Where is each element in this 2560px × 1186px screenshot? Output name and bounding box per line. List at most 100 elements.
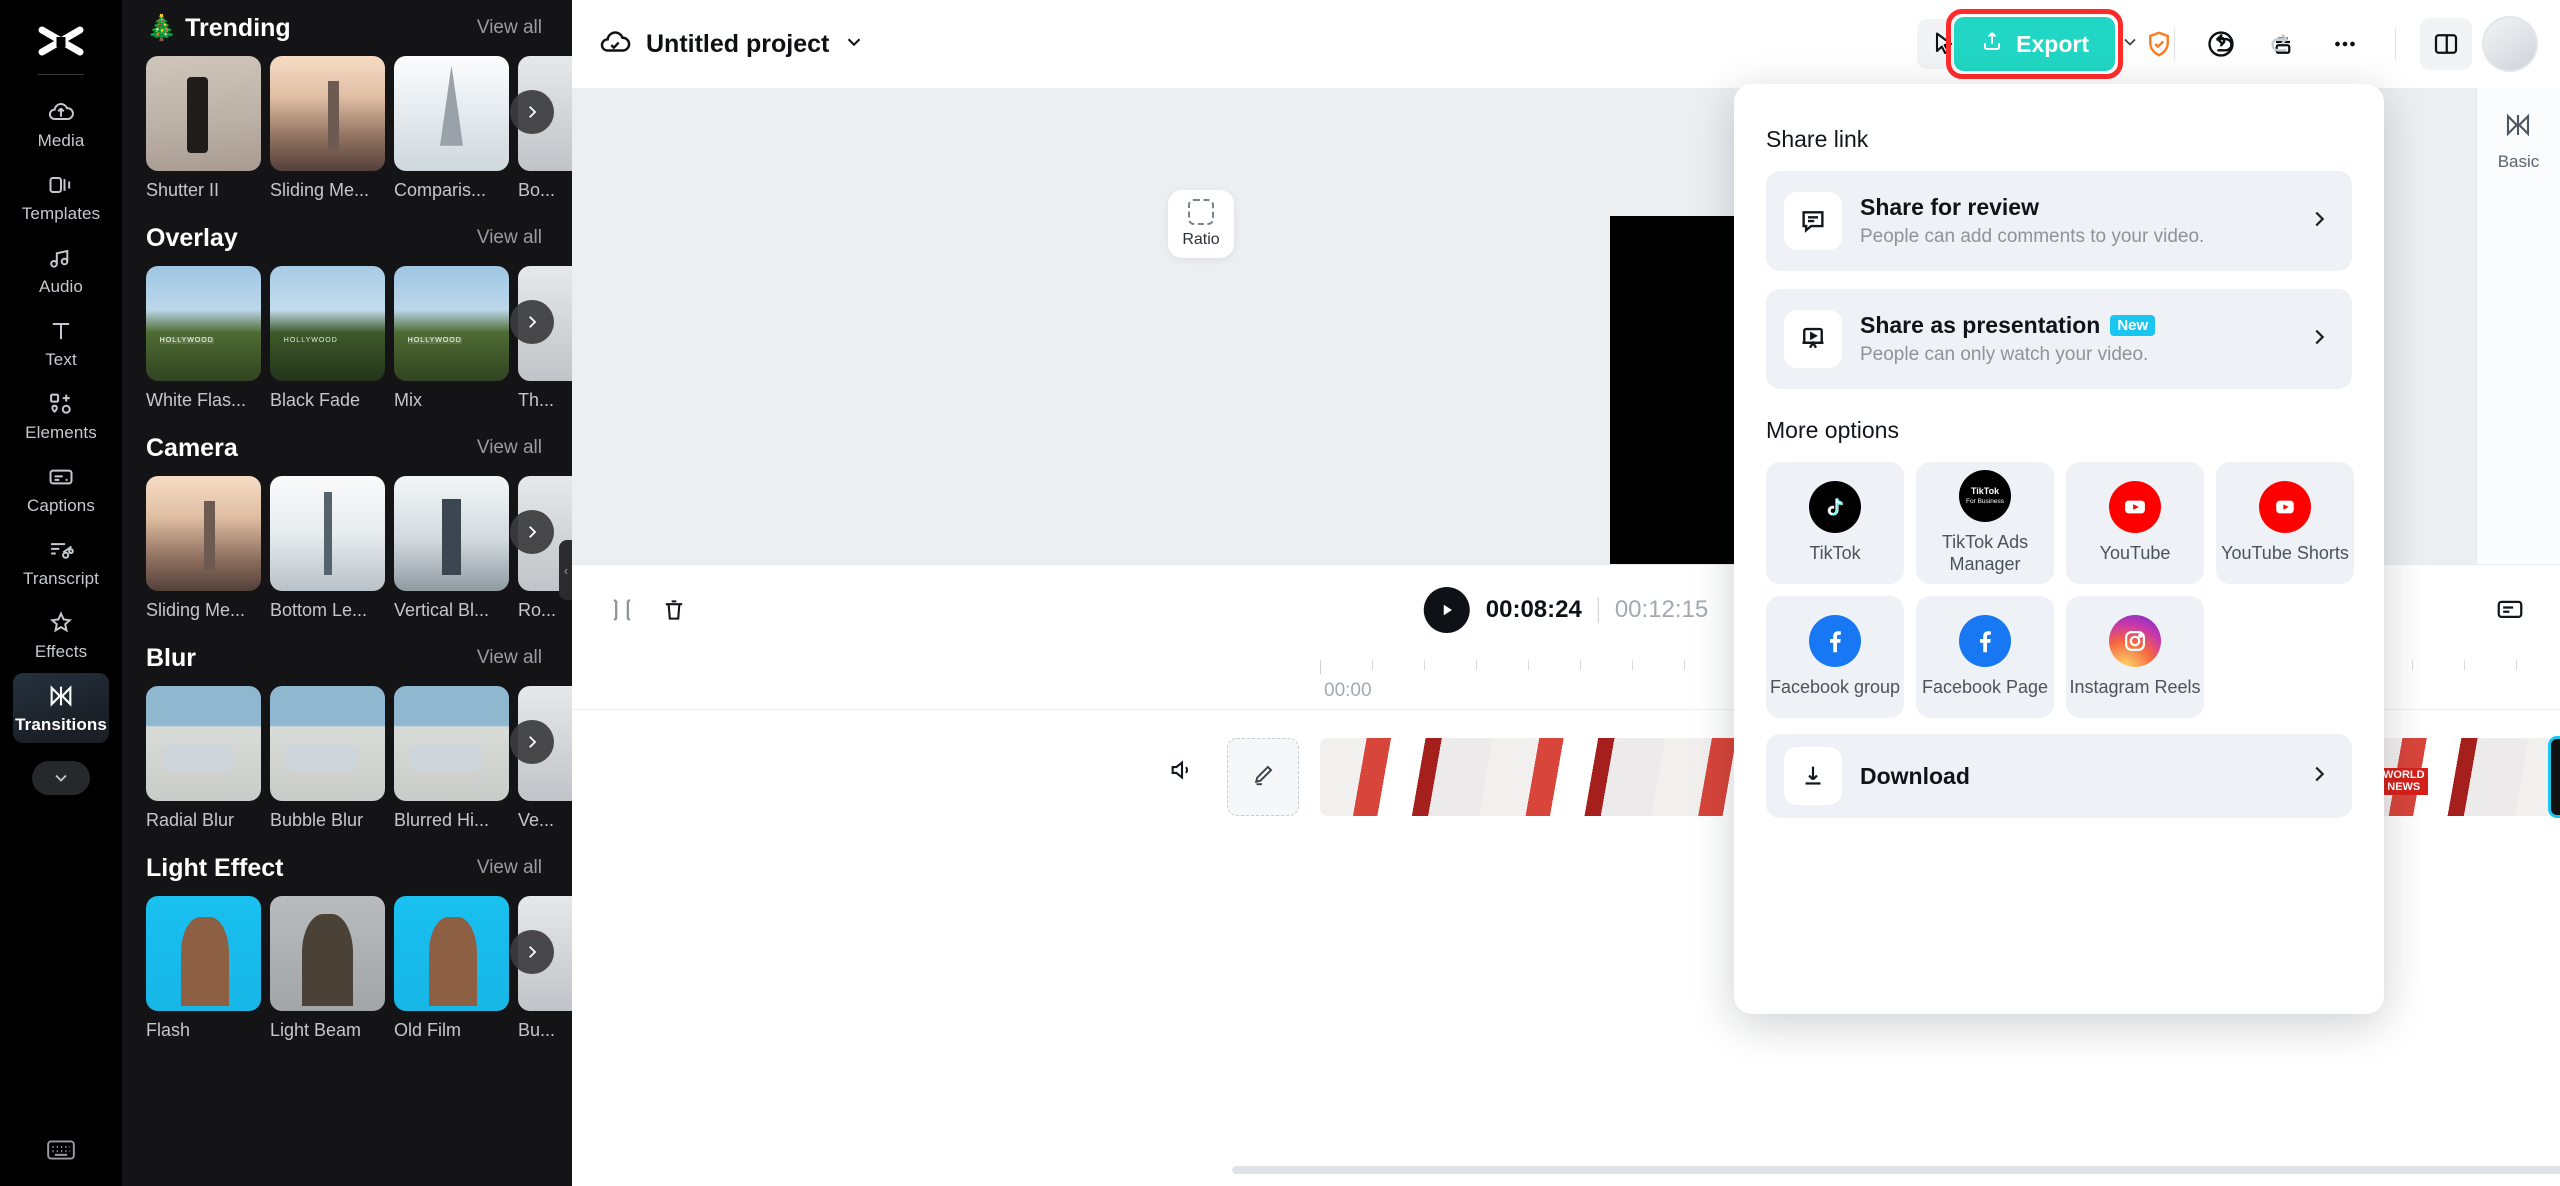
view-all-link[interactable]: View all xyxy=(477,857,542,879)
redo-arrow-icon[interactable] xyxy=(2255,19,2309,69)
transition-card[interactable]: Comparis... xyxy=(394,56,509,204)
scroll-right-button[interactable] xyxy=(510,720,554,764)
star-sparkle-icon xyxy=(47,609,75,637)
templates-icon xyxy=(47,171,75,199)
transition-card[interactable]: Sliding Me... xyxy=(146,476,261,624)
view-all-link[interactable]: View all xyxy=(477,17,542,39)
sidebar-item-templates[interactable]: Templates xyxy=(13,162,109,232)
platform-youtube[interactable]: YouTube xyxy=(2066,462,2204,584)
sidebar-item-elements[interactable]: Elements xyxy=(13,381,109,451)
transition-card[interactable]: White Flas... xyxy=(146,266,261,414)
option-text: Share as presentation New People can onl… xyxy=(1860,312,2308,366)
platform-facebook-group[interactable]: Facebook group xyxy=(1766,596,1904,718)
share-for-review-option[interactable]: Share for review People can add comments… xyxy=(1766,171,2352,271)
transition-card[interactable]: Mix xyxy=(394,266,509,414)
transition-card[interactable]: Flash xyxy=(146,896,261,1044)
chevron-right-icon xyxy=(2308,761,2330,792)
undo-arrow-icon[interactable] xyxy=(2195,19,2249,69)
scroll-right-button[interactable] xyxy=(510,510,554,554)
sidebar-item-transcript[interactable]: Transcript xyxy=(13,527,109,597)
view-all-link[interactable]: View all xyxy=(477,437,542,459)
panel-collapse-handle[interactable]: ‹ xyxy=(559,540,572,600)
platform-tiktok-ads-manager[interactable]: TikTokFor Business TikTok Ads Manager xyxy=(1916,462,2054,584)
sidebar-item-transitions[interactable]: Transitions xyxy=(13,673,109,743)
ellipsis-icon[interactable] xyxy=(2319,18,2371,70)
platform-instagram-reels[interactable]: Instagram Reels xyxy=(2066,596,2204,718)
scroll-right-button[interactable] xyxy=(510,300,554,344)
sidebar-item-audio[interactable]: Audio xyxy=(13,235,109,305)
transition-card[interactable]: Bubble Blur xyxy=(270,686,385,834)
transition-marker[interactable] xyxy=(2548,736,2560,818)
view-all-link[interactable]: View all xyxy=(477,227,542,249)
caption-box-icon[interactable] xyxy=(2484,584,2536,636)
platform-label: TikTok xyxy=(1809,543,1860,565)
transition-thumbnail xyxy=(146,476,261,591)
chevron-right-icon xyxy=(2308,324,2330,355)
transition-thumbnail xyxy=(394,686,509,801)
section-title: Blur xyxy=(146,644,196,673)
ratio-button[interactable]: Ratio xyxy=(1168,190,1234,258)
transition-card[interactable]: Light Beam xyxy=(270,896,385,1044)
platform-facebook-page[interactable]: Facebook Page xyxy=(1916,596,2054,718)
transition-card[interactable]: Vertical Bl... xyxy=(394,476,509,624)
transition-row: Flash Light Beam Old Film Bu... xyxy=(146,896,548,1044)
transition-card[interactable]: Shutter II xyxy=(146,56,261,204)
transition-label: Bu... xyxy=(518,1020,572,1044)
transition-row: Shutter II Sliding Me... Comparis... Bo.… xyxy=(146,56,548,204)
sidebar-item-effects[interactable]: Effects xyxy=(13,600,109,670)
capcut-logo-icon[interactable] xyxy=(32,22,90,62)
section-title: Camera xyxy=(146,434,238,463)
sidebar-item-label: Captions xyxy=(27,496,95,516)
chevron-down-icon xyxy=(32,761,90,795)
tab-basic[interactable]: Basic xyxy=(2498,110,2540,172)
timeline-horizontal-scrollbar[interactable] xyxy=(1232,1166,2560,1174)
ruler-label: 00:00 xyxy=(1324,680,1372,702)
view-all-link[interactable]: View all xyxy=(477,647,542,669)
transition-card[interactable]: Radial Blur xyxy=(146,686,261,834)
sidebar-item-text[interactable]: Text xyxy=(13,308,109,378)
avatar[interactable] xyxy=(2482,16,2538,72)
platform-label: Facebook group xyxy=(1770,677,1900,699)
download-label: Download xyxy=(1860,763,2308,790)
option-title: Share for review xyxy=(1860,194,2308,221)
sidebar-item-label: Elements xyxy=(25,423,97,443)
section-header: Blur View all xyxy=(146,630,548,686)
sidebar-item-media[interactable]: Media xyxy=(13,89,109,159)
transition-card[interactable]: Blurred Hi... xyxy=(394,686,509,834)
speaker-icon[interactable] xyxy=(1168,756,1196,789)
transition-label: Ro... xyxy=(518,600,572,624)
share-as-presentation-option[interactable]: Share as presentation New People can onl… xyxy=(1766,289,2352,389)
youtube-icon xyxy=(2109,481,2161,533)
project-info[interactable]: Untitled project xyxy=(598,25,865,64)
split-panel-icon[interactable] xyxy=(2420,18,2472,70)
edit-clip-button[interactable] xyxy=(1227,738,1299,816)
download-option[interactable]: Download xyxy=(1766,734,2352,818)
library-section-blur: Blur View all Radial Blur Bubble Blur Bl… xyxy=(122,630,572,834)
split-clip-icon[interactable] xyxy=(596,584,648,636)
share-upload-icon xyxy=(1980,29,2004,59)
transition-card[interactable]: Bottom Le... xyxy=(270,476,385,624)
transition-card[interactable]: Old Film xyxy=(394,896,509,1044)
export-button-wrapper: Export xyxy=(1946,9,2123,79)
platform-tiktok[interactable]: TikTok xyxy=(1766,462,1904,584)
keyboard-shortcuts-button[interactable] xyxy=(46,1139,76,1166)
transitions-bowtie-icon xyxy=(2503,110,2533,145)
trash-icon[interactable] xyxy=(648,584,700,636)
sidebar-item-label: Templates xyxy=(22,204,100,224)
section-title: 🎄 Trending xyxy=(146,14,291,43)
rail-expand-button[interactable] xyxy=(13,748,109,808)
scroll-right-button[interactable] xyxy=(510,90,554,134)
transition-card[interactable]: Sliding Me... xyxy=(270,56,385,204)
sidebar-item-label: Media xyxy=(38,131,85,151)
transition-card[interactable]: Black Fade xyxy=(270,266,385,414)
right-properties-rail: Basic xyxy=(2476,88,2560,564)
transition-label: Flash xyxy=(146,1020,261,1044)
sidebar-item-captions[interactable]: Captions xyxy=(13,454,109,524)
transition-thumbnail xyxy=(394,896,509,1011)
export-label: Export xyxy=(2016,31,2089,58)
platform-youtube-shorts[interactable]: YouTube Shorts xyxy=(2216,462,2354,584)
play-button[interactable] xyxy=(1424,587,1470,633)
export-button[interactable]: Export xyxy=(1954,17,2115,71)
scroll-right-button[interactable] xyxy=(510,930,554,974)
chevron-down-icon[interactable] xyxy=(843,31,865,58)
